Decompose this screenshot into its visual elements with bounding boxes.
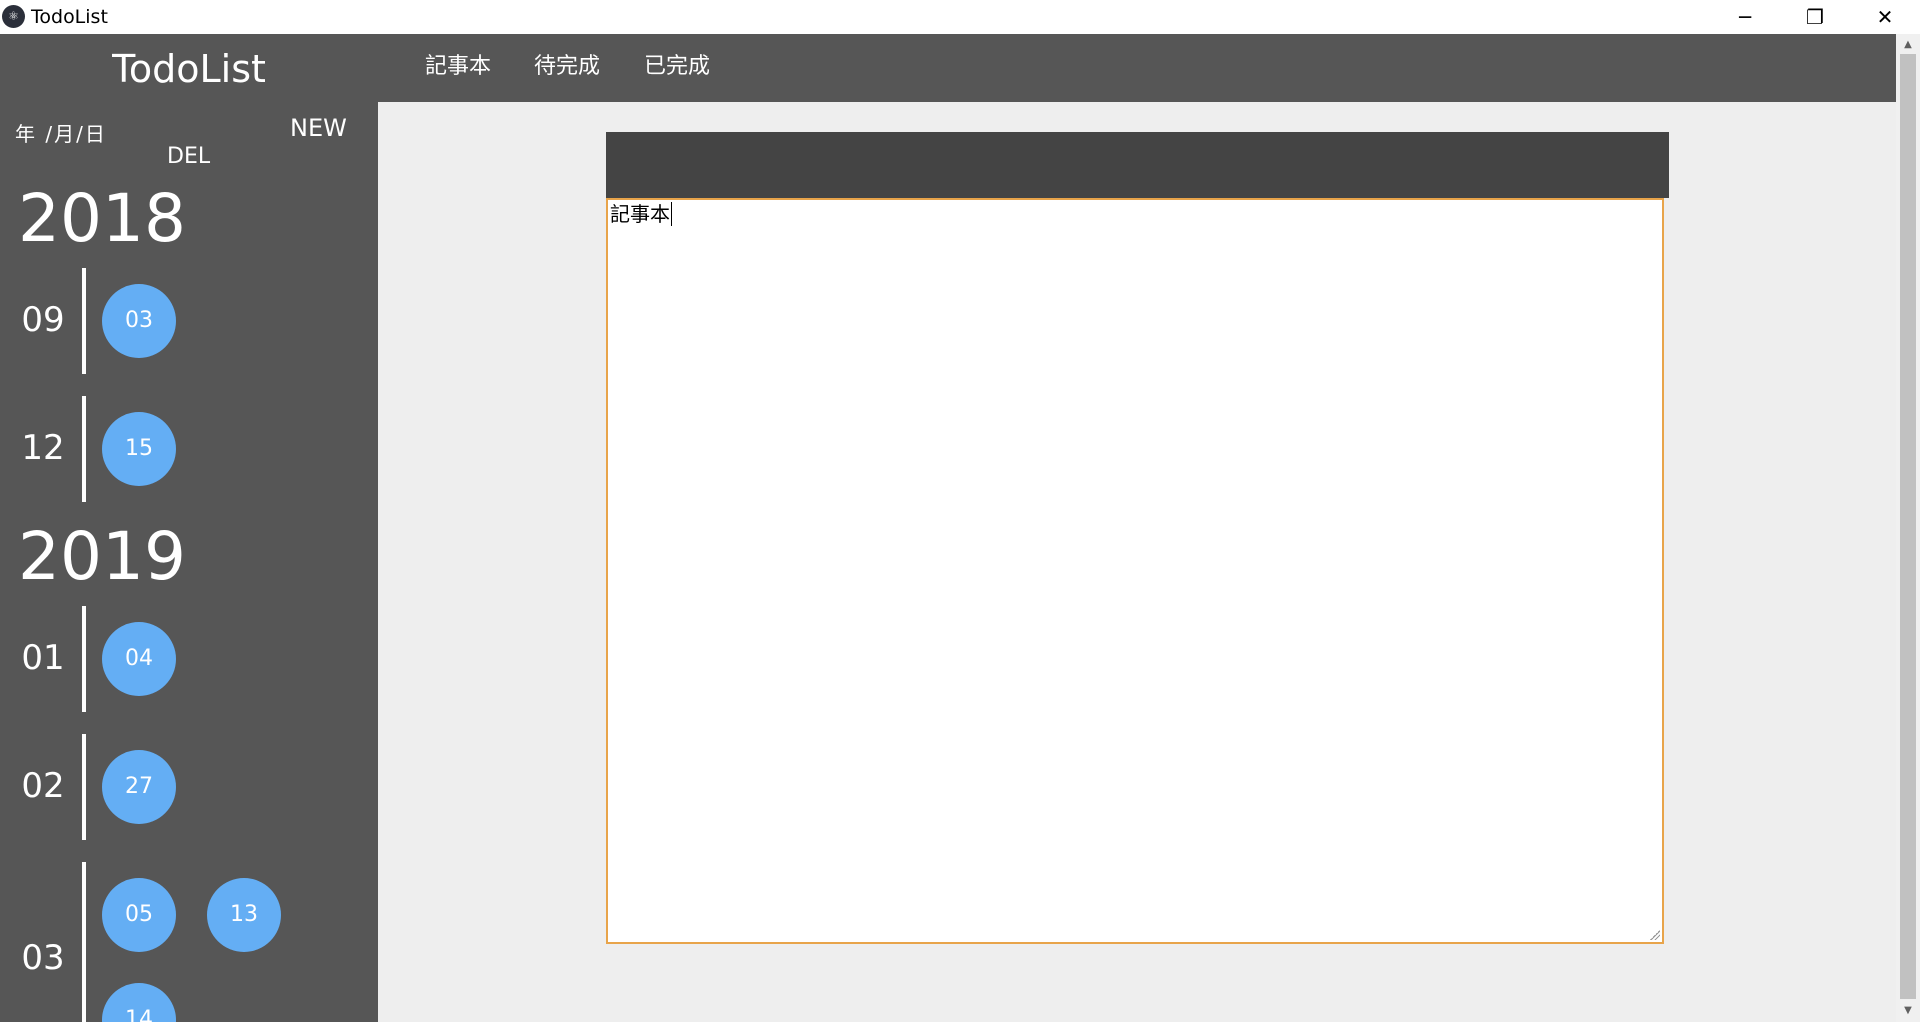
tab-pending[interactable]: 待完成	[534, 52, 600, 82]
day-bubble[interactable]: 03	[102, 284, 176, 358]
top-nav: 記事本 待完成 已完成	[378, 34, 1896, 102]
day-bubble[interactable]: 15	[102, 412, 176, 486]
month-label: 09	[21, 300, 65, 340]
month-divider	[82, 862, 86, 1022]
scroll-up-icon[interactable]: ▲	[1896, 36, 1920, 54]
month-divider	[82, 268, 86, 374]
note-editor[interactable]: 記事本	[606, 198, 1664, 944]
window-title: TodoList	[31, 6, 108, 28]
month-label: 02	[21, 766, 65, 806]
month-label: 01	[21, 638, 65, 678]
month-divider	[82, 606, 86, 712]
day-bubble[interactable]: 04	[102, 622, 176, 696]
month-row: 12 15	[0, 396, 378, 502]
day-bubble[interactable]: 14	[102, 983, 176, 1022]
new-button[interactable]: NEW	[290, 114, 347, 142]
resize-grip-icon[interactable]	[1650, 930, 1660, 940]
tab-completed[interactable]: 已完成	[644, 52, 710, 82]
brand-title: TodoList	[112, 47, 266, 91]
year-heading: 2018	[18, 180, 186, 257]
text-cursor	[671, 202, 672, 226]
editor-header	[606, 132, 1669, 198]
vertical-scrollbar[interactable]: ▲ ▼	[1896, 34, 1920, 1022]
year-heading: 2019	[18, 518, 186, 595]
month-divider	[82, 396, 86, 502]
maximize-button[interactable]: ❐	[1780, 0, 1850, 34]
day-bubble[interactable]: 13	[207, 878, 281, 952]
close-button[interactable]: ✕	[1850, 0, 1920, 34]
sidebar: TodoList 年 /月/日 NEW DEL 2018 09 03 12 15…	[0, 34, 378, 1022]
month-label: 12	[21, 428, 65, 468]
month-row: 01 04	[0, 606, 378, 712]
day-bubble[interactable]: 27	[102, 750, 176, 824]
month-label: 03	[21, 938, 65, 978]
note-text: 記事本	[610, 202, 670, 226]
day-bubble[interactable]: 05	[102, 878, 176, 952]
month-row: 02 27	[0, 734, 378, 840]
month-divider	[82, 734, 86, 840]
month-row: 03 05 13 14	[0, 862, 378, 1022]
app-logo-icon: ⚛	[2, 5, 25, 28]
window-titlebar: ⚛ TodoList ─ ❐ ✕	[0, 0, 1920, 34]
minimize-button[interactable]: ─	[1710, 0, 1780, 34]
scroll-down-icon[interactable]: ▼	[1896, 1002, 1920, 1020]
delete-button[interactable]: DEL	[167, 144, 210, 169]
month-row: 09 03	[0, 268, 378, 374]
scroll-thumb[interactable]	[1900, 54, 1916, 999]
tab-notebook[interactable]: 記事本	[425, 52, 491, 82]
date-input[interactable]: 年 /月/日	[15, 118, 107, 147]
